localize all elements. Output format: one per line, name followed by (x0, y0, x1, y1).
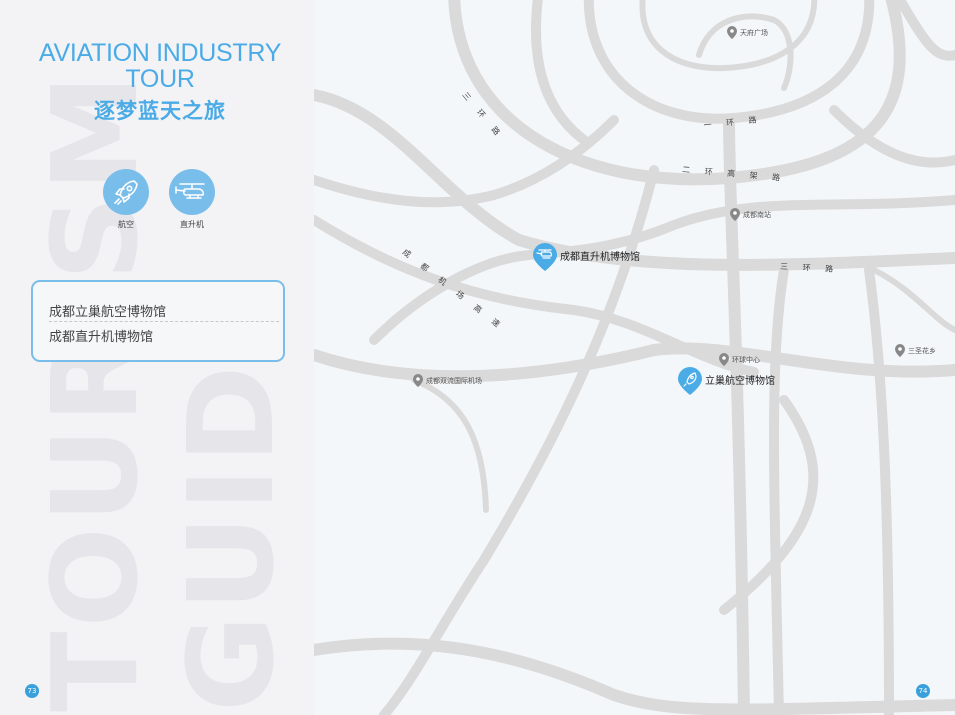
title-chinese: 逐梦蓝天之旅 (94, 99, 226, 123)
page-number-left: 73 (25, 684, 39, 698)
title-english: AVIATION INDUSTRY TOUR (0, 40, 314, 92)
left-page: TOURISM GUIDE AVIATION INDUSTRY TOUR 逐梦蓝… (0, 0, 314, 715)
list-divider (49, 321, 279, 322)
page-number-right: 74 (916, 684, 930, 698)
city-map[interactable]: 三 环 路 一 环 路 二 环 高 架 路 三 环 路 成 都 机 场 高 速 … (314, 0, 955, 715)
road-labels: 三 环 路 一 环 路 二 环 高 架 路 三 环 路 成 都 机 场 高 速 (401, 90, 840, 333)
road-airport-branch (411, 377, 489, 513)
poi-label: 成都双流国际机场 (426, 376, 482, 385)
map-pin-blue (678, 367, 702, 395)
poi-tianfu-square[interactable]: 天府广场 (727, 26, 768, 39)
museum-marker-liechao[interactable]: 立巢航空博物馆 (678, 367, 775, 395)
road-east-ring (864, 265, 894, 715)
road-network (314, 0, 955, 715)
category-helicopter-badge (169, 169, 215, 215)
watermark-text-tourism: TOURISM (26, 70, 164, 712)
title-english-line1: AVIATION INDUSTRY (38, 39, 282, 67)
rocket-icon (114, 180, 138, 205)
poi-label: 天府广场 (740, 28, 768, 37)
museum-label: 立巢航空博物馆 (705, 374, 775, 387)
map-pin-blue (533, 243, 557, 271)
poi-label: 环球中心 (732, 355, 760, 364)
list-item-helicopter-museum[interactable]: 成都直升机博物馆 (49, 326, 279, 345)
brochure-spread: TOURISM GUIDE AVIATION INDUSTRY TOUR 逐梦蓝… (0, 0, 955, 715)
road-ring-inner-loop (696, 13, 794, 91)
category-helicopter[interactable]: 直升机 (162, 169, 222, 230)
road-south-east (769, 265, 789, 715)
road-north-radial (531, 0, 589, 145)
road-mid-east-west (314, 342, 955, 383)
title-english-line2: TOUR (125, 65, 195, 93)
category-aviation[interactable]: 航空 (96, 169, 156, 230)
museum-list-box: 成都立巢航空博物馆 成都直升机博物馆 (31, 280, 285, 362)
list-item-liechao-museum[interactable]: 成都立巢航空博物馆 (49, 301, 279, 320)
helicopter-icon (175, 183, 205, 199)
poi-label: 成都南站 (743, 210, 771, 219)
map-page: 三 环 路 一 环 路 二 环 高 架 路 三 环 路 成 都 机 场 高 速 … (314, 0, 955, 715)
poi-label: 三圣花乡 (908, 346, 936, 355)
category-aviation-label: 航空 (118, 220, 134, 229)
poi-sansheng-huaxiang[interactable]: 三圣花乡 (895, 344, 936, 357)
category-aviation-badge (103, 169, 149, 215)
road-east-connector (871, 267, 955, 333)
category-helicopter-label: 直升机 (180, 220, 204, 229)
museum-label: 成都直升机博物馆 (560, 250, 640, 263)
road-east-radial (829, 105, 955, 168)
